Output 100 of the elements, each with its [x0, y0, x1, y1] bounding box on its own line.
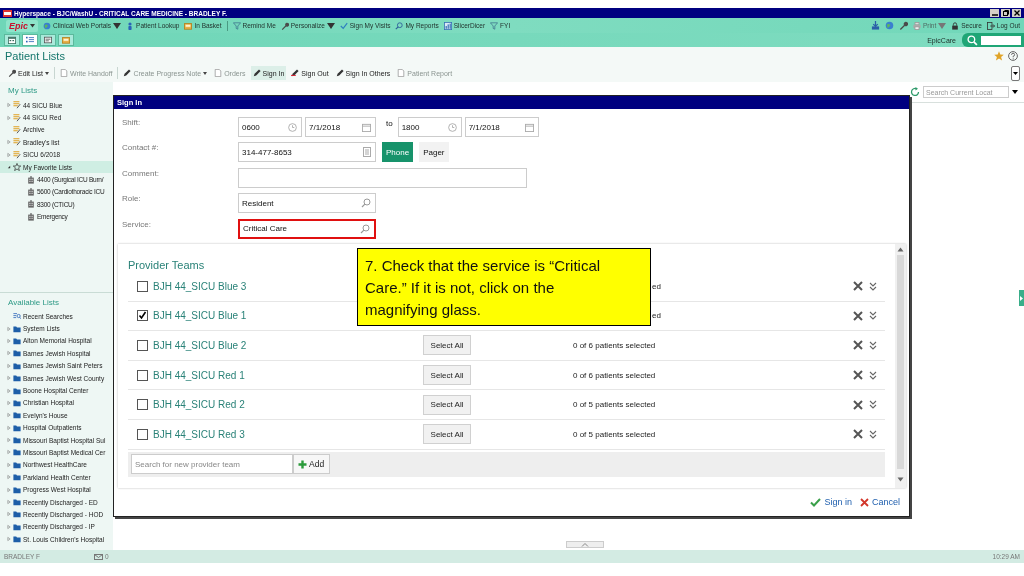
building-icon [27, 187, 35, 196]
team-name[interactable]: BJH 44_SICU Blue 1 [153, 310, 247, 322]
document-icon [214, 69, 223, 77]
workspace-tab[interactable] [40, 34, 56, 46]
role-field[interactable]: Resident [238, 193, 376, 214]
expand-icon[interactable] [869, 341, 877, 350]
date-field[interactable]: 7/1/2018 [464, 117, 539, 137]
building-icon [27, 200, 35, 209]
plus-icon [298, 459, 307, 469]
expand-icon[interactable] [869, 370, 877, 380]
download-icon [870, 21, 880, 30]
printer-icon [912, 21, 921, 30]
search-icon [395, 21, 404, 30]
scrollbar[interactable] [895, 244, 906, 488]
add-button[interactable]: Add [293, 454, 331, 475]
person-icon [126, 21, 135, 30]
list-icon [13, 101, 21, 110]
caret-icon [113, 21, 122, 30]
bar-chart-icon [443, 21, 452, 30]
date-field[interactable]: 7/1/2018 [305, 117, 376, 137]
select-all-button[interactable]: Select All [423, 394, 471, 415]
star-icon[interactable] [994, 50, 1004, 61]
wrench-icon [8, 69, 16, 77]
minimize-button[interactable] [990, 9, 999, 17]
mail-icon[interactable] [94, 553, 103, 560]
activity-title: Patient Lists [5, 49, 65, 62]
remove-icon[interactable] [853, 399, 863, 410]
close-button[interactable] [1012, 9, 1021, 17]
caret-icon [30, 23, 35, 28]
field-label: Role: [122, 193, 142, 204]
team-name[interactable]: BJH 44_SICU Red 3 [153, 428, 245, 440]
workspace-tab[interactable] [58, 34, 74, 46]
search-icon[interactable] [361, 198, 371, 209]
team-name[interactable]: BJH 44_SICU Blue 2 [153, 340, 247, 351]
team-name[interactable]: BJH 44_SICU Red 2 [153, 399, 245, 411]
caret-icon [326, 21, 335, 30]
help-icon[interactable] [1008, 50, 1018, 61]
expand-icon[interactable] [869, 281, 877, 291]
dropdown-button[interactable] [1011, 65, 1020, 81]
time-field[interactable]: 1800 [397, 117, 462, 137]
check-icon [810, 497, 822, 507]
wrench-icon [898, 21, 908, 30]
workspace-tab[interactable] [22, 34, 38, 46]
scroll-down-icon[interactable] [897, 477, 904, 482]
search-icon [13, 312, 21, 321]
remove-icon[interactable] [853, 340, 863, 351]
list-icon [26, 36, 34, 44]
list-icon [13, 150, 21, 159]
checkbox[interactable] [137, 428, 148, 440]
side-panel-tab[interactable] [1019, 290, 1024, 306]
contact-type-button[interactable]: Pager [419, 142, 449, 163]
checkbox[interactable] [137, 340, 148, 351]
search-field[interactable] [962, 33, 1024, 47]
selection-count: 0 of 5 patients selected [573, 400, 656, 410]
scroll-up-icon[interactable] [897, 247, 904, 252]
building-icon [27, 175, 35, 184]
calendar-icon [524, 122, 534, 132]
remove-icon[interactable] [853, 429, 863, 440]
caret-icon [203, 71, 208, 75]
comment-field[interactable] [238, 167, 527, 188]
checkbox[interactable] [137, 280, 148, 292]
phone-field[interactable]: 314-477-8653 [238, 142, 376, 163]
caret-icon[interactable] [1012, 90, 1018, 94]
select-all-button[interactable]: Select All [423, 365, 471, 386]
team-name[interactable]: BJH 44_SICU Blue 3 [153, 280, 247, 292]
search-icon[interactable] [360, 223, 370, 234]
select-all-button[interactable]: Select All [423, 424, 471, 445]
globe-icon [43, 21, 51, 30]
team-search-field[interactable]: Search for new provider team [131, 454, 293, 475]
document-icon [59, 69, 68, 77]
expand-icon[interactable] [869, 429, 877, 439]
cancel-link[interactable]: Cancel [860, 497, 900, 507]
team-name[interactable]: BJH 44_SICU Red 1 [153, 369, 245, 381]
epic-menu-button[interactable]: Epic [6, 19, 38, 32]
check-icon [138, 311, 147, 321]
checkbox[interactable] [137, 399, 148, 411]
lock-icon [951, 21, 960, 30]
time-field[interactable]: 0600 [238, 117, 302, 137]
service-field[interactable]: Critical Care [238, 218, 376, 239]
select-all-button[interactable]: Select All [423, 335, 471, 356]
restore-button[interactable] [1001, 9, 1010, 17]
workspace-tab[interactable] [4, 34, 20, 46]
checkbox[interactable] [137, 310, 148, 322]
remove-icon[interactable] [853, 310, 863, 321]
expand-icon[interactable] [869, 311, 877, 321]
close-icon [1013, 10, 1020, 16]
contact-type-button[interactable]: Phone [382, 142, 414, 163]
remove-icon[interactable] [853, 370, 863, 381]
range-separator: to [386, 119, 393, 128]
refresh-icon[interactable] [910, 87, 920, 97]
instruction-callout: 7. Check that the service is “Critical Care.” If it is not, click on the magnifying glass. [357, 248, 651, 326]
sign-in-link[interactable]: Sign in [810, 497, 852, 507]
expand-icon[interactable] [869, 400, 877, 410]
checkbox[interactable] [137, 369, 148, 381]
calendar-icon [8, 36, 16, 44]
clock-icon [447, 122, 457, 132]
selection-count: 0 of 6 patients selected [573, 370, 656, 380]
field-label: Service: [122, 218, 152, 229]
logout-icon [986, 21, 995, 30]
remove-icon[interactable] [853, 281, 863, 292]
